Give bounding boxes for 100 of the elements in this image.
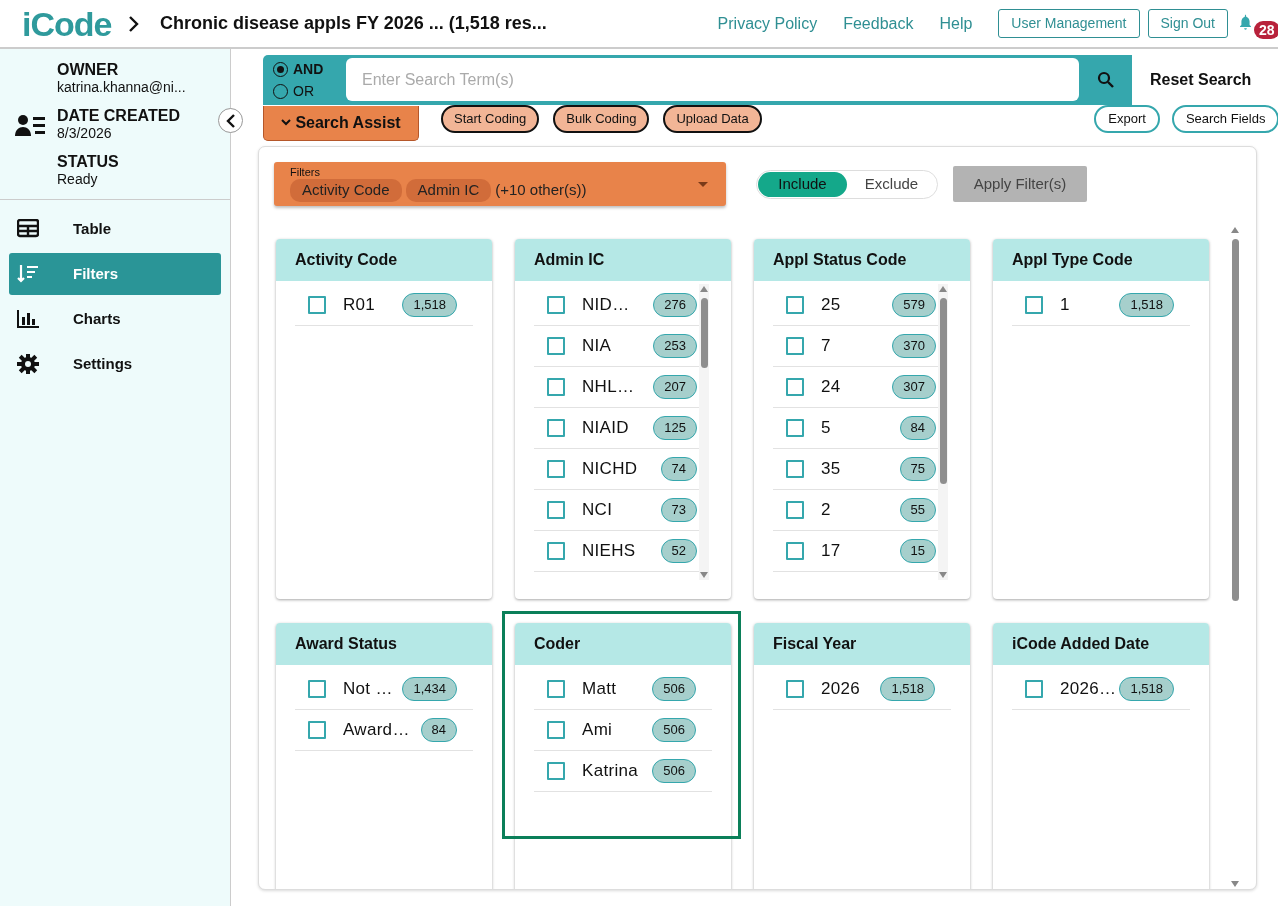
notification-count: 28: [1254, 20, 1278, 39]
collapse-button[interactable]: [218, 108, 243, 133]
checkbox[interactable]: [308, 680, 326, 698]
option-label: 5: [821, 417, 832, 440]
scroll-up-icon[interactable]: [1231, 227, 1239, 233]
filters-dropdown[interactable]: Filters Activity Code Admin IC (+10 other(s)): [274, 162, 726, 206]
checkbox[interactable]: [1025, 680, 1043, 698]
operator-radio[interactable]: AND: [273, 58, 324, 80]
checkbox[interactable]: [547, 337, 565, 355]
option-label: Ami: [582, 719, 614, 742]
checkbox[interactable]: [547, 378, 565, 396]
header-link[interactable]: Help: [939, 11, 973, 36]
checkbox[interactable]: [547, 419, 565, 437]
table-icon: [17, 219, 39, 239]
toggle-option[interactable]: Include: [758, 172, 847, 197]
scroll-down-icon[interactable]: [1231, 881, 1239, 887]
scrollbar-thumb[interactable]: [701, 298, 708, 368]
option-label: 35: [821, 458, 842, 481]
nav-item[interactable]: Filters: [9, 253, 221, 295]
checkbox[interactable]: [786, 542, 804, 560]
option-label: Katrina: [582, 760, 639, 783]
count-badge: 1,434: [402, 677, 457, 701]
scroll-up-icon[interactable]: [700, 286, 708, 292]
count-badge: 506: [652, 718, 696, 742]
count-badge: 1,518: [880, 677, 935, 701]
search-assist-button[interactable]: Search Assist: [263, 105, 419, 141]
nav-item[interactable]: Table: [9, 208, 221, 250]
checkbox[interactable]: [547, 460, 565, 478]
scrollbar[interactable]: [938, 284, 948, 580]
card-title: Activity Code: [276, 239, 492, 281]
nav-item[interactable]: Charts: [9, 298, 221, 340]
header-link[interactable]: Privacy Policy: [717, 11, 818, 36]
caret-icon: [281, 119, 292, 126]
option-label: R01: [343, 294, 377, 317]
tool-button[interactable]: Export: [1094, 105, 1160, 133]
search-icon: [1097, 71, 1114, 88]
option-label: 2: [821, 499, 832, 522]
checkbox[interactable]: [308, 296, 326, 314]
chevron-right-icon[interactable]: [128, 15, 140, 32]
scrollbar-thumb[interactable]: [940, 298, 947, 484]
checkbox[interactable]: [547, 542, 565, 560]
count-badge: 55: [899, 498, 936, 522]
scrollbar[interactable]: [699, 284, 709, 580]
count-badge: 52: [660, 539, 697, 563]
bar-chart-icon: [17, 309, 39, 329]
scroll-up-icon[interactable]: [939, 286, 947, 292]
reset-search-button[interactable]: Reset Search: [1144, 55, 1258, 105]
checkbox[interactable]: [1025, 296, 1043, 314]
count-badge: 253: [653, 334, 697, 358]
count-badge: 75: [899, 457, 936, 481]
scroll-down-icon[interactable]: [939, 572, 947, 578]
action-button[interactable]: Upload Data: [663, 105, 762, 133]
scrollbar[interactable]: [1230, 225, 1240, 889]
count-badge: 506: [652, 759, 696, 783]
count-badge: 370: [892, 334, 936, 358]
header-button[interactable]: User Management: [998, 9, 1140, 38]
checkbox[interactable]: [786, 501, 804, 519]
checkbox[interactable]: [786, 460, 804, 478]
checkbox[interactable]: [547, 296, 565, 314]
checkbox[interactable]: [786, 680, 804, 698]
card-title: Admin IC: [515, 239, 731, 281]
scrollbar-thumb[interactable]: [1232, 239, 1239, 601]
checkbox[interactable]: [786, 378, 804, 396]
operator-radio[interactable]: OR: [273, 80, 314, 102]
option-label: NCI: [582, 499, 614, 522]
tool-button[interactable]: Search Fields: [1171, 105, 1278, 133]
scroll-down-icon[interactable]: [700, 572, 708, 578]
toggle-option[interactable]: Exclude: [847, 172, 936, 197]
checkbox[interactable]: [786, 296, 804, 314]
include-exclude-toggle[interactable]: Include Exclude: [756, 170, 938, 199]
card-title: Appl Type Code: [993, 239, 1209, 281]
card-title: Award Status: [276, 623, 492, 665]
count-badge: 74: [660, 457, 697, 481]
checkbox[interactable]: [547, 721, 565, 739]
option-label: Award…: [343, 719, 411, 742]
header-button[interactable]: Sign Out: [1147, 9, 1228, 38]
option-label: 7: [821, 335, 832, 358]
action-button[interactable]: Bulk Coding: [553, 105, 650, 133]
checkbox[interactable]: [547, 680, 565, 698]
checkbox[interactable]: [308, 721, 326, 739]
search-field[interactable]: Enter Search Term(s): [346, 58, 1079, 101]
action-button[interactable]: Start Coding: [441, 105, 540, 133]
checkbox[interactable]: [547, 762, 565, 780]
checkbox[interactable]: [786, 337, 804, 355]
count-badge: 15: [899, 539, 936, 563]
option-label: NIEHS: [582, 540, 637, 563]
field-label: DATE CREATED: [57, 107, 181, 125]
chevron-left-icon: [224, 112, 237, 129]
checkbox[interactable]: [786, 419, 804, 437]
card-title: Coder: [515, 623, 731, 665]
checkbox[interactable]: [547, 501, 565, 519]
nav-item[interactable]: Settings: [9, 343, 221, 385]
card-title: Fiscal Year: [754, 623, 970, 665]
count-badge: 1,518: [1119, 293, 1174, 317]
more-filters-text: (+10 other(s)): [495, 180, 587, 200]
count-badge: 84: [899, 416, 936, 440]
header-link[interactable]: Feedback: [843, 11, 914, 36]
count-badge: 307: [892, 375, 936, 399]
bell-icon[interactable]: [1238, 12, 1253, 30]
option-label: NHL…: [582, 376, 636, 399]
